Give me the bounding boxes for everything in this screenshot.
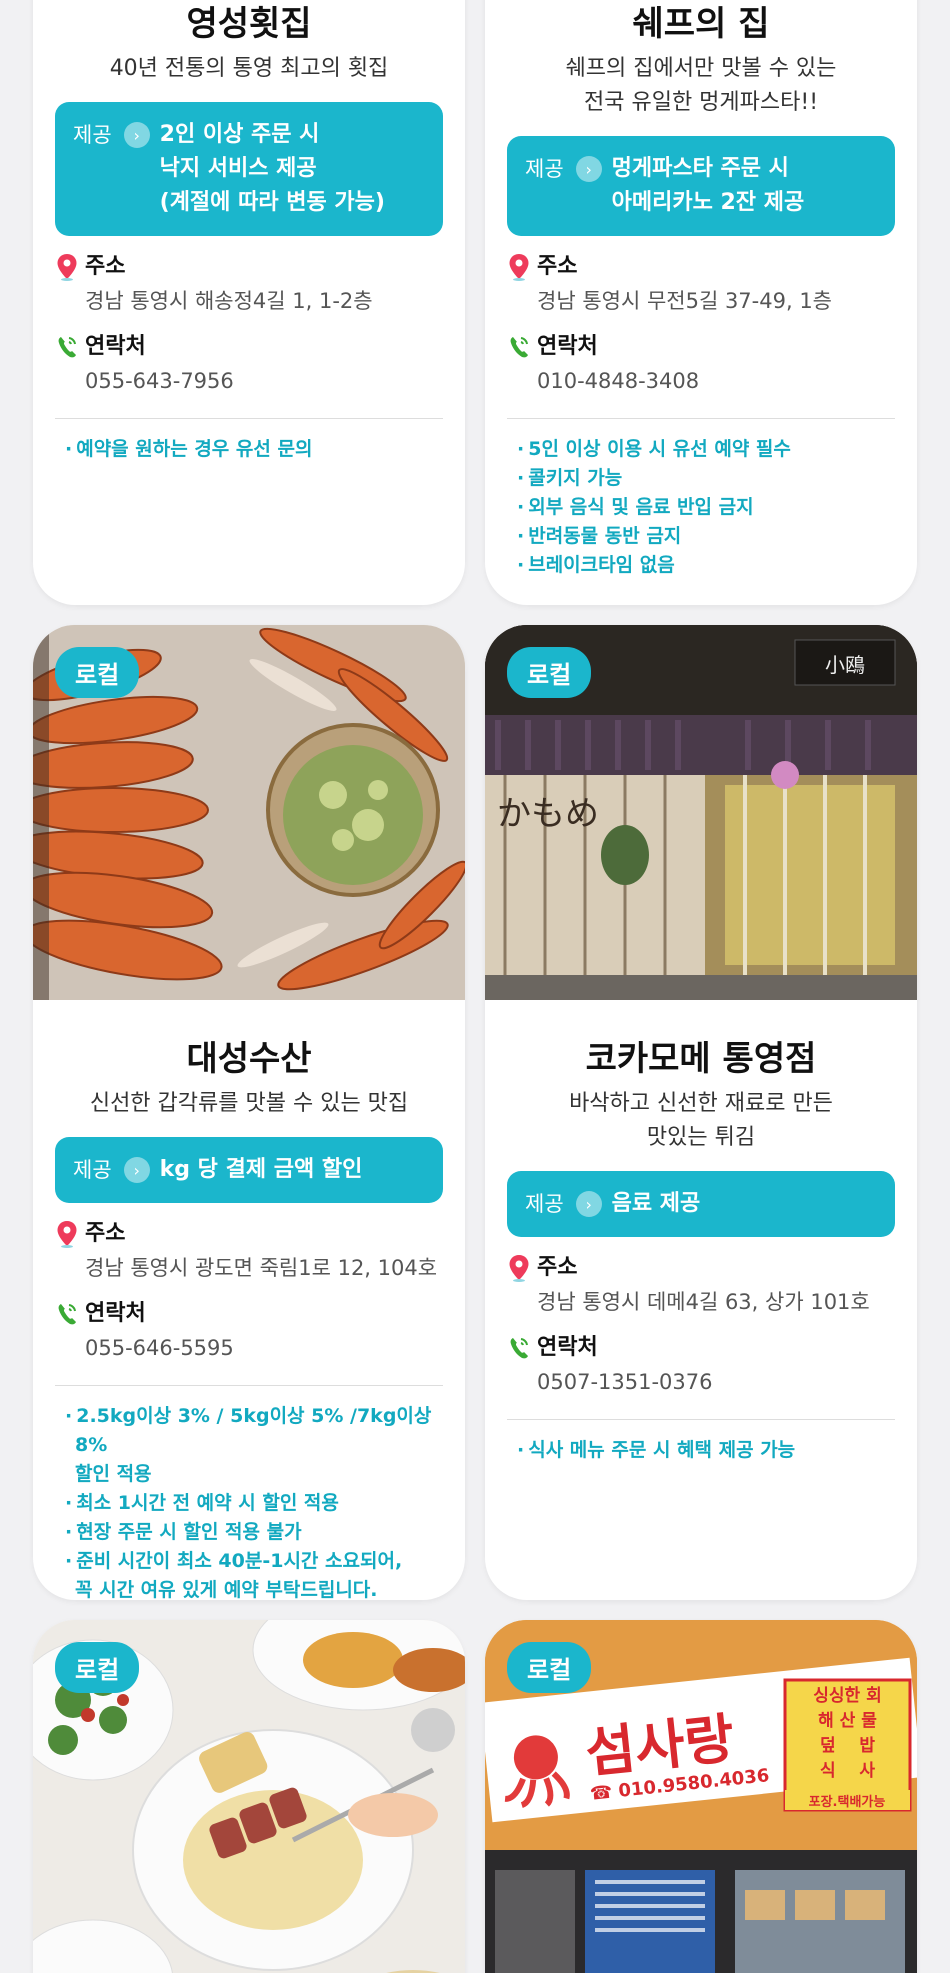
contact-label: 연락처 xyxy=(537,1335,598,1360)
chevron-right-icon: › xyxy=(575,156,602,182)
address-label-row: 주소 xyxy=(55,1219,443,1249)
restaurant-desc: 바삭하고 신선한 재료로 만든 맛있는 튀김 xyxy=(569,1091,833,1150)
location-pin-icon xyxy=(55,253,79,281)
offer-tag: 제공 xyxy=(525,1192,564,1216)
address-label: 주소 xyxy=(85,1221,126,1246)
address-label: 주소 xyxy=(85,254,126,279)
notes-list: 2.5kg이상 3% / 5kg이상 5% /7kg이상 8% 할인 적용 최소… xyxy=(55,1402,443,1600)
chevron-right-icon: › xyxy=(575,1191,602,1217)
offer-box: 제공 › 음료 제공 xyxy=(507,1171,895,1237)
sign-menu: 싱싱한 회 해 산 물 덮 밥 식 사 xyxy=(813,1686,882,1781)
contact-label-row: 연락처 xyxy=(55,1299,443,1329)
contact-label-row: 연락처 xyxy=(507,1333,895,1363)
restaurant-desc: 40년 전통의 통영 최고의 횟집 xyxy=(109,56,389,81)
notes-list: 예약을 원하는 경우 유선 문의 xyxy=(55,435,443,464)
sign-small: 小鴎 xyxy=(825,653,865,677)
offer-text: kg 당 결제 금액 할인 xyxy=(159,1157,363,1182)
offer-text: 2인 이상 주문 시 낙지 서비스 제공 (계절에 따라 변동 가능) xyxy=(159,122,385,215)
local-badge: 로컬 xyxy=(507,647,592,698)
note-item: 예약을 원하는 경우 유선 문의 xyxy=(65,435,443,464)
note-item: 2.5kg이상 3% / 5kg이상 5% /7kg이상 8% 할인 적용 xyxy=(65,1402,443,1489)
offer-text: 음료 제공 xyxy=(611,1191,701,1216)
notes-list: 5인 이상 이용 시 유선 예약 필수 콜키지 가능 외부 음식 및 음료 반입… xyxy=(507,435,895,580)
note-item: 식사 메뉴 주문 시 혜택 제공 가능 xyxy=(517,1436,895,1465)
restaurant-name: 영성횟집 xyxy=(186,4,312,44)
divider xyxy=(507,418,895,419)
local-badge: 로컬 xyxy=(507,1642,592,1693)
restaurant-card-yeongseong[interactable]: 영성횟집 40년 전통의 통영 최고의 횟집 제공 › 2인 이상 주문 시 낙… xyxy=(33,0,465,605)
contact-label-row: 연락처 xyxy=(507,332,895,362)
location-pin-icon xyxy=(55,1220,79,1248)
note-item: 반려동물 동반 금지 xyxy=(517,522,895,551)
divider xyxy=(507,1419,895,1420)
phone-icon xyxy=(55,333,79,361)
note-item: 외부 음식 및 음료 반입 금지 xyxy=(517,493,895,522)
offer-box: 제공 › 2인 이상 주문 시 낙지 서비스 제공 (계절에 따라 변동 가능) xyxy=(55,102,443,236)
restaurant-desc: 쉐프의 집에서만 맛볼 수 있는 전국 유일한 멍게파스타!! xyxy=(565,56,837,115)
note-item: 현장 주문 시 할인 적용 불가 xyxy=(65,1518,443,1547)
phone-value[interactable]: 055-646-5595 xyxy=(55,1333,443,1363)
location-pin-icon xyxy=(507,253,531,281)
phone-icon xyxy=(507,1334,531,1362)
contact-label: 연락처 xyxy=(537,334,598,359)
offer-text: 멍게파스타 주문 시 아메리카노 2잔 제공 xyxy=(611,156,805,215)
offer-tag: 제공 xyxy=(525,157,564,181)
restaurant-desc: 신선한 갑각류를 맛볼 수 있는 맛집 xyxy=(89,1091,409,1116)
address-label: 주소 xyxy=(537,1255,578,1280)
local-badge: 로컬 xyxy=(55,647,140,698)
restaurant-card-seomsarang[interactable]: 섬사랑 ☎ 010.9580.4036 싱싱한 회 해 산 물 덮 밥 식 사 … xyxy=(485,1620,917,1973)
chevron-right-icon: › xyxy=(123,122,150,148)
phone-value[interactable]: 055-643-7956 xyxy=(55,366,443,396)
sign-delivery: 포장.택배가능 xyxy=(809,1794,886,1810)
local-badge: 로컬 xyxy=(55,1642,140,1693)
offer-tag: 제공 xyxy=(73,123,112,147)
contact-label: 연락처 xyxy=(85,1301,146,1326)
note-item: 콜키지 가능 xyxy=(517,464,895,493)
address-label: 주소 xyxy=(537,254,578,279)
address-label-row: 주소 xyxy=(507,1253,895,1283)
restaurant-card-chef-house[interactable]: 쉐프의 집 쉐프의 집에서만 맛볼 수 있는 전국 유일한 멍게파스타!! 제공… xyxy=(485,0,917,605)
phone-icon xyxy=(507,333,531,361)
phone-value[interactable]: 010-4848-3408 xyxy=(507,366,895,396)
divider xyxy=(55,418,443,419)
contact-label: 연락처 xyxy=(85,334,146,359)
address-value: 경남 통영시 데메4길 63, 상가 101호 xyxy=(537,1290,870,1314)
restaurant-name: 코카모메 통영점 xyxy=(585,1039,817,1079)
phone-icon xyxy=(55,1300,79,1328)
restaurant-card-daeseong[interactable]: 로컬 대성수산 신선한 갑각류를 맛볼 수 있는 맛집 제공 › kg 당 결제… xyxy=(33,625,465,1600)
note-item: 최소 1시간 전 예약 시 할인 적용 xyxy=(65,1489,443,1518)
chevron-right-icon: › xyxy=(123,1157,150,1183)
note-item: 브레이크타임 없음 xyxy=(517,551,895,580)
phone-value[interactable]: 0507-1351-0376 xyxy=(507,1367,895,1397)
address-label-row: 주소 xyxy=(55,252,443,282)
sign-jp: かもめ xyxy=(497,794,599,834)
address-value: 경남 통영시 해송정4길 1, 1-2층 xyxy=(85,289,373,313)
restaurant-card-pasta[interactable]: 로컬 xyxy=(33,1620,465,1973)
address-value: 경남 통영시 무전5길 37-49, 1층 xyxy=(537,289,832,313)
restaurant-card-kokamome[interactable]: 小鴎 かもめ 로컬 코카모메 통영점 바삭하고 신선한 재료로 만든 맛있는 튀… xyxy=(485,625,917,1600)
restaurant-name: 대성수산 xyxy=(186,1039,312,1079)
location-pin-icon xyxy=(507,1254,531,1282)
restaurant-name: 쉐프의 집 xyxy=(632,4,770,44)
contact-label-row: 연락처 xyxy=(55,332,443,362)
offer-box: 제공 › 멍게파스타 주문 시 아메리카노 2잔 제공 xyxy=(507,136,895,236)
notes-list: 식사 메뉴 주문 시 혜택 제공 가능 xyxy=(507,1436,895,1465)
address-label-row: 주소 xyxy=(507,252,895,282)
offer-box: 제공 › kg 당 결제 금액 할인 xyxy=(55,1137,443,1203)
note-item: 5인 이상 이용 시 유선 예약 필수 xyxy=(517,435,895,464)
note-item: 준비 시간이 최소 40분-1시간 소요되어, 꼭 시간 여유 있게 예약 부탁… xyxy=(65,1547,443,1600)
divider xyxy=(55,1385,443,1386)
offer-tag: 제공 xyxy=(73,1158,112,1182)
address-value: 경남 통영시 광도면 죽림1로 12, 104호 xyxy=(85,1256,438,1280)
